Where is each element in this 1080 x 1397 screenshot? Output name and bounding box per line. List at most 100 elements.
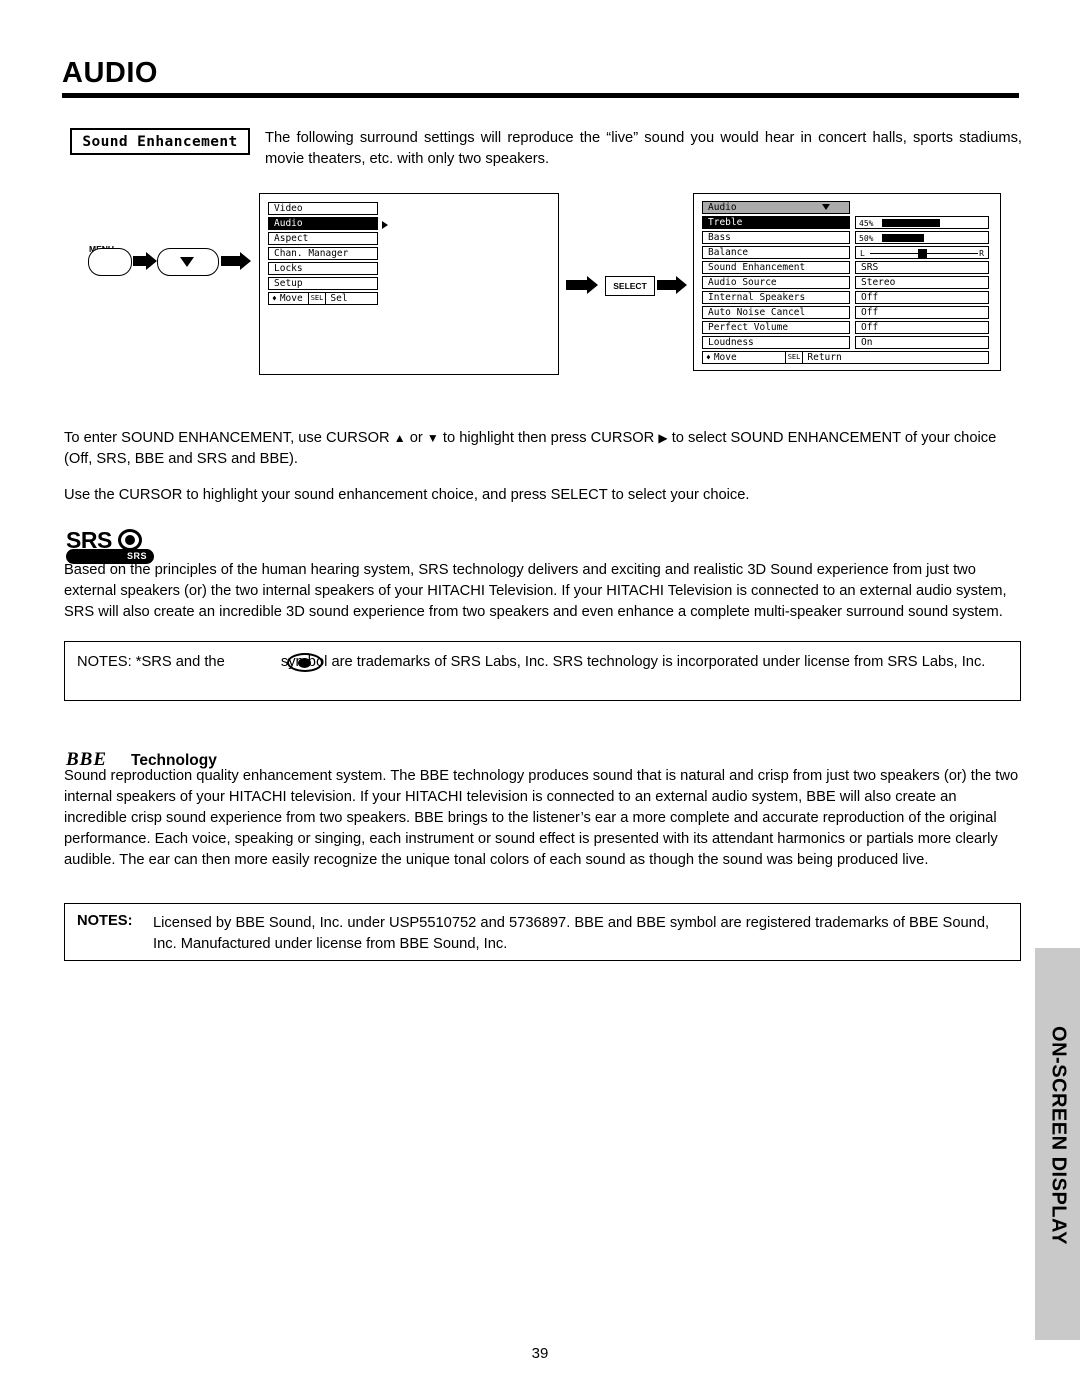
srs-notes-suffix: symbol are trademarks of SRS Labs, Inc. … [280, 654, 986, 670]
move-updown-icon: ♦ [706, 353, 711, 362]
osd-row-value: Stereo [861, 277, 896, 288]
osd-footer-move-label: Move [279, 293, 303, 304]
balance-left-label: L [860, 249, 865, 258]
osd-menu-item-setup[interactable]: Setup [268, 277, 378, 290]
use-cursor-paragraph: Use the CURSOR to highlight your sound e… [64, 487, 750, 503]
osd-flow-diagram: MENU Video Audio Aspect Chan. Manager Lo… [0, 185, 1080, 380]
treble-slider[interactable]: 45% [855, 216, 989, 229]
osd-row-label: Treble [708, 217, 743, 228]
osd-row-value: SRS [861, 262, 879, 273]
osd-menu-item-video[interactable]: Video [268, 202, 378, 215]
cursor-down-button[interactable] [157, 248, 219, 276]
title-divider [62, 93, 1019, 98]
enter-sound-enhancement-paragraph: To enter SOUND ENHANCEMENT, use CURSOR ▲… [64, 428, 1021, 470]
chevron-down-icon [822, 204, 830, 210]
osd-audio-row-treble[interactable]: Treble [702, 216, 850, 229]
osd-audio-value-internal-speakers[interactable]: Off [855, 291, 989, 304]
balance-knob[interactable] [918, 249, 927, 258]
osd-row-label: Loudness [708, 337, 754, 348]
osd-menu-item-label: Locks [274, 263, 303, 274]
osd-footer-move-label: Move [713, 352, 737, 363]
osd-row-label: Auto Noise Cancel [708, 307, 806, 318]
page-title: AUDIO [62, 57, 158, 89]
bass-value: 50% [859, 234, 874, 243]
select-button[interactable]: SELECT [605, 276, 655, 296]
osd-menu-item-audio[interactable]: Audio [268, 217, 378, 230]
osd-footer-action-label: Sel [330, 293, 348, 304]
balance-slider[interactable]: L R [855, 246, 989, 259]
osd-row-label: Perfect Volume [708, 322, 789, 333]
flow-arrow-2 [221, 252, 251, 270]
osd-audio-row-loudness[interactable]: Loudness [702, 336, 850, 349]
chevron-right-icon [382, 221, 388, 229]
srs-notes-prefix: NOTES: *SRS and the [77, 654, 225, 670]
osd-audio-value-sound-enhancement[interactable]: SRS [855, 261, 989, 274]
select-button-label: SELECT [613, 281, 647, 291]
srs-circle-icon [118, 529, 142, 551]
bbe-description-paragraph: Sound reproduction quality enhancement s… [64, 768, 1019, 868]
sound-enhancement-intro-text: The following surround settings will rep… [265, 130, 1022, 167]
treble-fill [882, 219, 940, 227]
osd-menu-item-label: Aspect [274, 233, 309, 244]
osd-menu-item-chan-manager[interactable]: Chan. Manager [268, 247, 378, 260]
osd-menu-item-aspect[interactable]: Aspect [268, 232, 378, 245]
osd-row-label: Audio Source [708, 277, 777, 288]
osd-main-menu-panel: Video Audio Aspect Chan. Manager Locks S… [259, 193, 559, 375]
osd-audio-value-audio-source[interactable]: Stereo [855, 276, 989, 289]
osd-row-label: Bass [708, 232, 731, 243]
cursor-down-icon: ▼ [426, 431, 439, 445]
osd-audio-value-auto-noise-cancel[interactable]: Off [855, 306, 989, 319]
osd-row-value: Off [861, 322, 879, 333]
treble-value: 45% [859, 219, 874, 228]
page-number: 39 [531, 1345, 549, 1362]
osd-footer-sel-key: SEL [307, 292, 327, 305]
srs-logo: SRS SRS [66, 527, 156, 564]
srs-symbol-icon [287, 653, 323, 672]
balance-right-label: R [979, 249, 984, 258]
osd-audio-row-audio-source[interactable]: Audio Source [702, 276, 850, 289]
osd-audio-value-perfect-volume[interactable]: Off [855, 321, 989, 334]
osd-row-value: On [861, 337, 873, 348]
osd-audio-row-balance[interactable]: Balance [702, 246, 850, 259]
cursor-up-icon: ▲ [393, 431, 406, 445]
osd-menu-item-locks[interactable]: Locks [268, 262, 378, 275]
osd-audio-menu-panel: Audio Treble 45% Bass 50% Balance L R So… [693, 193, 1001, 371]
osd-menu-item-label: Chan. Manager [274, 248, 349, 259]
flow-arrow-3 [566, 276, 598, 294]
section-side-tab: ON-SCREEN DISPLAY [1035, 948, 1080, 1340]
osd-footer-action-label: Return [807, 352, 842, 363]
cursor-right-icon: ▶ [658, 431, 668, 445]
sound-enhancement-callout-label: Sound Enhancement [82, 133, 238, 150]
osd-main-menu-footer: ♦ Move SEL Sel [268, 292, 378, 305]
cursor-down-icon [180, 257, 194, 267]
bass-slider[interactable]: 50% [855, 231, 989, 244]
osd-menu-item-label: Video [274, 203, 303, 214]
section-side-tab-label: ON-SCREEN DISPLAY [1047, 1026, 1070, 1245]
flow-arrow-4 [657, 276, 687, 294]
flow-arrow-1 [133, 252, 157, 270]
bbe-notes-label: NOTES: [77, 913, 133, 929]
osd-audio-value-loudness[interactable]: On [855, 336, 989, 349]
osd-audio-footer: ♦ Move SEL Return [702, 351, 989, 364]
osd-audio-row-internal-speakers[interactable]: Internal Speakers [702, 291, 850, 304]
enter-text-b: or [409, 430, 423, 446]
osd-menu-item-label: Audio [274, 218, 303, 229]
osd-audio-header-label: Audio [708, 202, 737, 213]
menu-button[interactable] [88, 248, 132, 276]
move-updown-icon: ♦ [272, 294, 277, 303]
bbe-notes-box: NOTES: Licensed by BBE Sound, Inc. under… [64, 903, 1021, 961]
osd-footer-sel-key: SEL [784, 351, 804, 364]
osd-row-label: Balance [708, 247, 749, 258]
osd-audio-row-perfect-volume[interactable]: Perfect Volume [702, 321, 850, 334]
osd-row-value: Off [861, 307, 879, 318]
osd-audio-row-sound-enhancement[interactable]: Sound Enhancement [702, 261, 850, 274]
osd-row-label: Sound Enhancement [708, 262, 806, 273]
osd-row-value: Off [861, 292, 879, 303]
srs-notes-text: NOTES: *SRS and the symbol are trademark… [77, 652, 1007, 673]
osd-audio-row-bass[interactable]: Bass [702, 231, 850, 244]
osd-row-label: Internal Speakers [708, 292, 806, 303]
srs-description-paragraph: Based on the principles of the human hea… [64, 562, 1007, 620]
osd-audio-row-auto-noise-cancel[interactable]: Auto Noise Cancel [702, 306, 850, 319]
enter-text-a: To enter SOUND ENHANCEMENT, use CURSOR [64, 430, 390, 446]
enter-text-c: to highlight then press CURSOR [442, 430, 655, 446]
